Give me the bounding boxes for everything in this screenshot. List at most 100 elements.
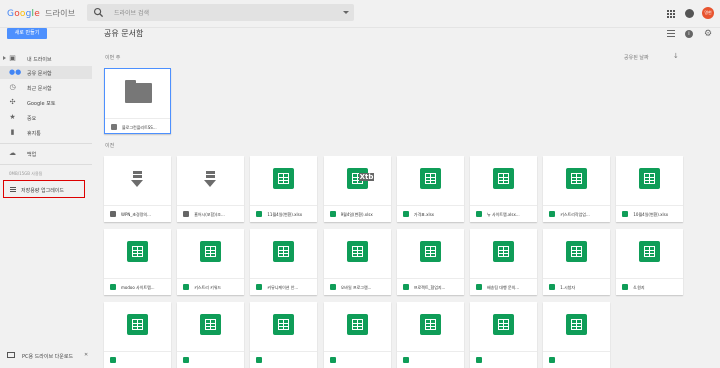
upgrade-storage-button[interactable]: 저장용량 업그레이드 xyxy=(3,180,85,198)
file-type-icon xyxy=(183,211,190,217)
file-thumbnail xyxy=(105,69,170,118)
file-thumbnail xyxy=(250,156,317,205)
top-bar: Google 드라이브 드라이브 검색 명현 xyxy=(0,0,720,28)
sheet-type-icon xyxy=(329,357,336,363)
file-card[interactable]: 1.시청자 xyxy=(543,229,611,295)
sheet-type-icon xyxy=(476,211,482,217)
file-name: WPN_초경량의... xyxy=(121,212,151,217)
sheet-type-icon xyxy=(402,357,409,363)
file-footer: 뉴 사이트맵.xlsx... xyxy=(470,205,537,222)
list-view-icon[interactable] xyxy=(667,30,675,37)
file-card[interactable]: 키스트리 키워드 xyxy=(177,229,245,295)
search-options-dropdown-icon[interactable] xyxy=(343,11,349,14)
file-thumbnail xyxy=(177,302,244,351)
file-card[interactable]: 커뮤니케이션 안... xyxy=(250,229,318,295)
file-thumbnail xyxy=(616,156,683,205)
file-card[interactable] xyxy=(177,302,245,368)
file-card[interactable]: 프로젝트_협업지... xyxy=(396,229,464,295)
file-card[interactable] xyxy=(396,302,464,368)
new-button[interactable]: 새로 만들기 xyxy=(7,28,47,39)
gear-icon[interactable]: ⚙ xyxy=(704,29,712,39)
file-card[interactable]: Xtb 9월4일(변환).xlsx xyxy=(323,156,391,222)
file-name: 배송팀 대행 문의... xyxy=(487,285,520,290)
notifications-icon[interactable] xyxy=(685,9,694,18)
file-card[interactable]: modoo 사이트맵... xyxy=(104,229,171,295)
file-card[interactable] xyxy=(323,302,391,368)
file-footer xyxy=(543,351,611,368)
file-card[interactable]: 10월4일(변환).xlsx xyxy=(616,156,684,222)
sheet-type-icon xyxy=(110,284,116,290)
file-name: 홈어시(포함)(조... xyxy=(194,212,225,217)
info-icon[interactable]: i xyxy=(685,30,693,38)
file-footer xyxy=(470,351,537,368)
sidebar-item-recent[interactable]: ◷ 최근 문서함 xyxy=(0,81,92,94)
spreadsheet-icon xyxy=(566,314,588,335)
file-thumbnail xyxy=(177,156,244,205)
download-drive-bar[interactable]: PC용 드라이브 다운로드 ✕ xyxy=(0,347,92,364)
folder-icon xyxy=(125,80,152,103)
file-footer xyxy=(396,351,464,368)
google-drive-logo[interactable]: Google 드라이브 xyxy=(7,8,75,19)
file-card[interactable] xyxy=(250,302,318,368)
file-card[interactable]: WPN_초경량의... xyxy=(104,156,171,222)
apps-grid-icon[interactable] xyxy=(667,10,675,18)
file-footer xyxy=(323,351,391,368)
file-footer: 9월4일(변환).xlsx xyxy=(323,205,391,222)
file-footer: 가격표.xlsx xyxy=(396,205,464,222)
spreadsheet-icon xyxy=(419,241,441,262)
download-file-icon xyxy=(131,171,144,189)
search-box[interactable]: 드라이브 검색 xyxy=(87,4,354,21)
file-card[interactable]: 키스트리작업업... xyxy=(543,156,611,222)
file-footer: 홈어시(포함)(조... xyxy=(177,205,245,222)
folder-card[interactable]: 블로그컨플리트SS... xyxy=(104,68,171,134)
expand-caret-icon[interactable] xyxy=(3,56,6,60)
product-name: 드라이브 xyxy=(45,9,76,18)
search-input[interactable]: 드라이브 검색 xyxy=(114,8,149,17)
sidebar-item-trash[interactable]: ▮ 휴지통 xyxy=(0,126,92,139)
sidebar-item-my-drive[interactable]: ▣ 내 드라이브 xyxy=(0,52,92,65)
file-card[interactable] xyxy=(104,302,171,368)
download-file-icon xyxy=(204,171,217,189)
file-card[interactable]: 뉴 사이트맵.xlsx... xyxy=(470,156,537,222)
file-card[interactable]: 홈어시(포함)(조... xyxy=(177,156,245,222)
file-name: 키스트리 키워드 xyxy=(194,285,222,290)
file-footer: 10월4일(변환).xlsx xyxy=(616,205,684,222)
computer-icon xyxy=(7,352,15,358)
file-name: modoo 사이트맵... xyxy=(121,285,155,290)
file-card[interactable]: 배송팀 대행 문의... xyxy=(470,229,537,295)
file-card[interactable] xyxy=(543,302,611,368)
sidebar-item-photos[interactable]: ✣ Google 포토 xyxy=(0,96,92,109)
file-card[interactable]: 11월4일(변환).xlsx xyxy=(250,156,318,222)
file-card[interactable]: 가격표.xlsx xyxy=(396,156,464,222)
file-card[interactable] xyxy=(470,302,537,368)
spreadsheet-icon xyxy=(273,241,295,262)
sheet-type-icon xyxy=(476,284,482,290)
sidebar-item-label: 최근 문서함 xyxy=(27,86,52,92)
file-footer: 11월4일(변환).xlsx xyxy=(250,205,318,222)
close-icon[interactable]: ✕ xyxy=(84,352,88,358)
file-card[interactable]: 오바일 프로그램... xyxy=(323,229,391,295)
spreadsheet-icon xyxy=(273,168,295,189)
sidebar-item-label: 중요 xyxy=(27,116,37,122)
file-footer: 블로그컨플리트SS... xyxy=(105,118,170,135)
file-card[interactable]: 4.원지 xyxy=(616,229,684,295)
sidebar-item-shared[interactable]: ●● 공유 문서함 xyxy=(0,66,92,79)
sidebar-item-starred[interactable]: ★ 중요 xyxy=(0,111,92,124)
sort-arrow-icon[interactable]: ↓ xyxy=(673,52,679,60)
sort-label[interactable]: 공유된 날짜 xyxy=(624,54,649,61)
file-name: 커뮤니케이션 안... xyxy=(267,285,299,290)
sidebar-item-backup[interactable]: ☁ 백업 xyxy=(0,147,92,160)
pinwheel-icon: ✣ xyxy=(9,98,16,106)
spreadsheet-icon xyxy=(419,314,441,335)
avatar[interactable]: 명현 xyxy=(702,7,714,19)
file-name: 오바일 프로그램... xyxy=(340,285,372,290)
section-heading-recent: 이번 주 xyxy=(105,55,121,61)
sheet-type-icon xyxy=(476,357,482,363)
sidebar-item-label: 휴지통 xyxy=(27,131,41,137)
sheet-type-icon xyxy=(256,357,263,363)
file-footer: 4.원지 xyxy=(616,278,684,295)
file-footer: 키스트리작업업... xyxy=(543,205,611,222)
people-icon: ●● xyxy=(9,68,22,76)
file-name: 4.원지 xyxy=(633,285,645,290)
spreadsheet-icon xyxy=(346,241,368,262)
